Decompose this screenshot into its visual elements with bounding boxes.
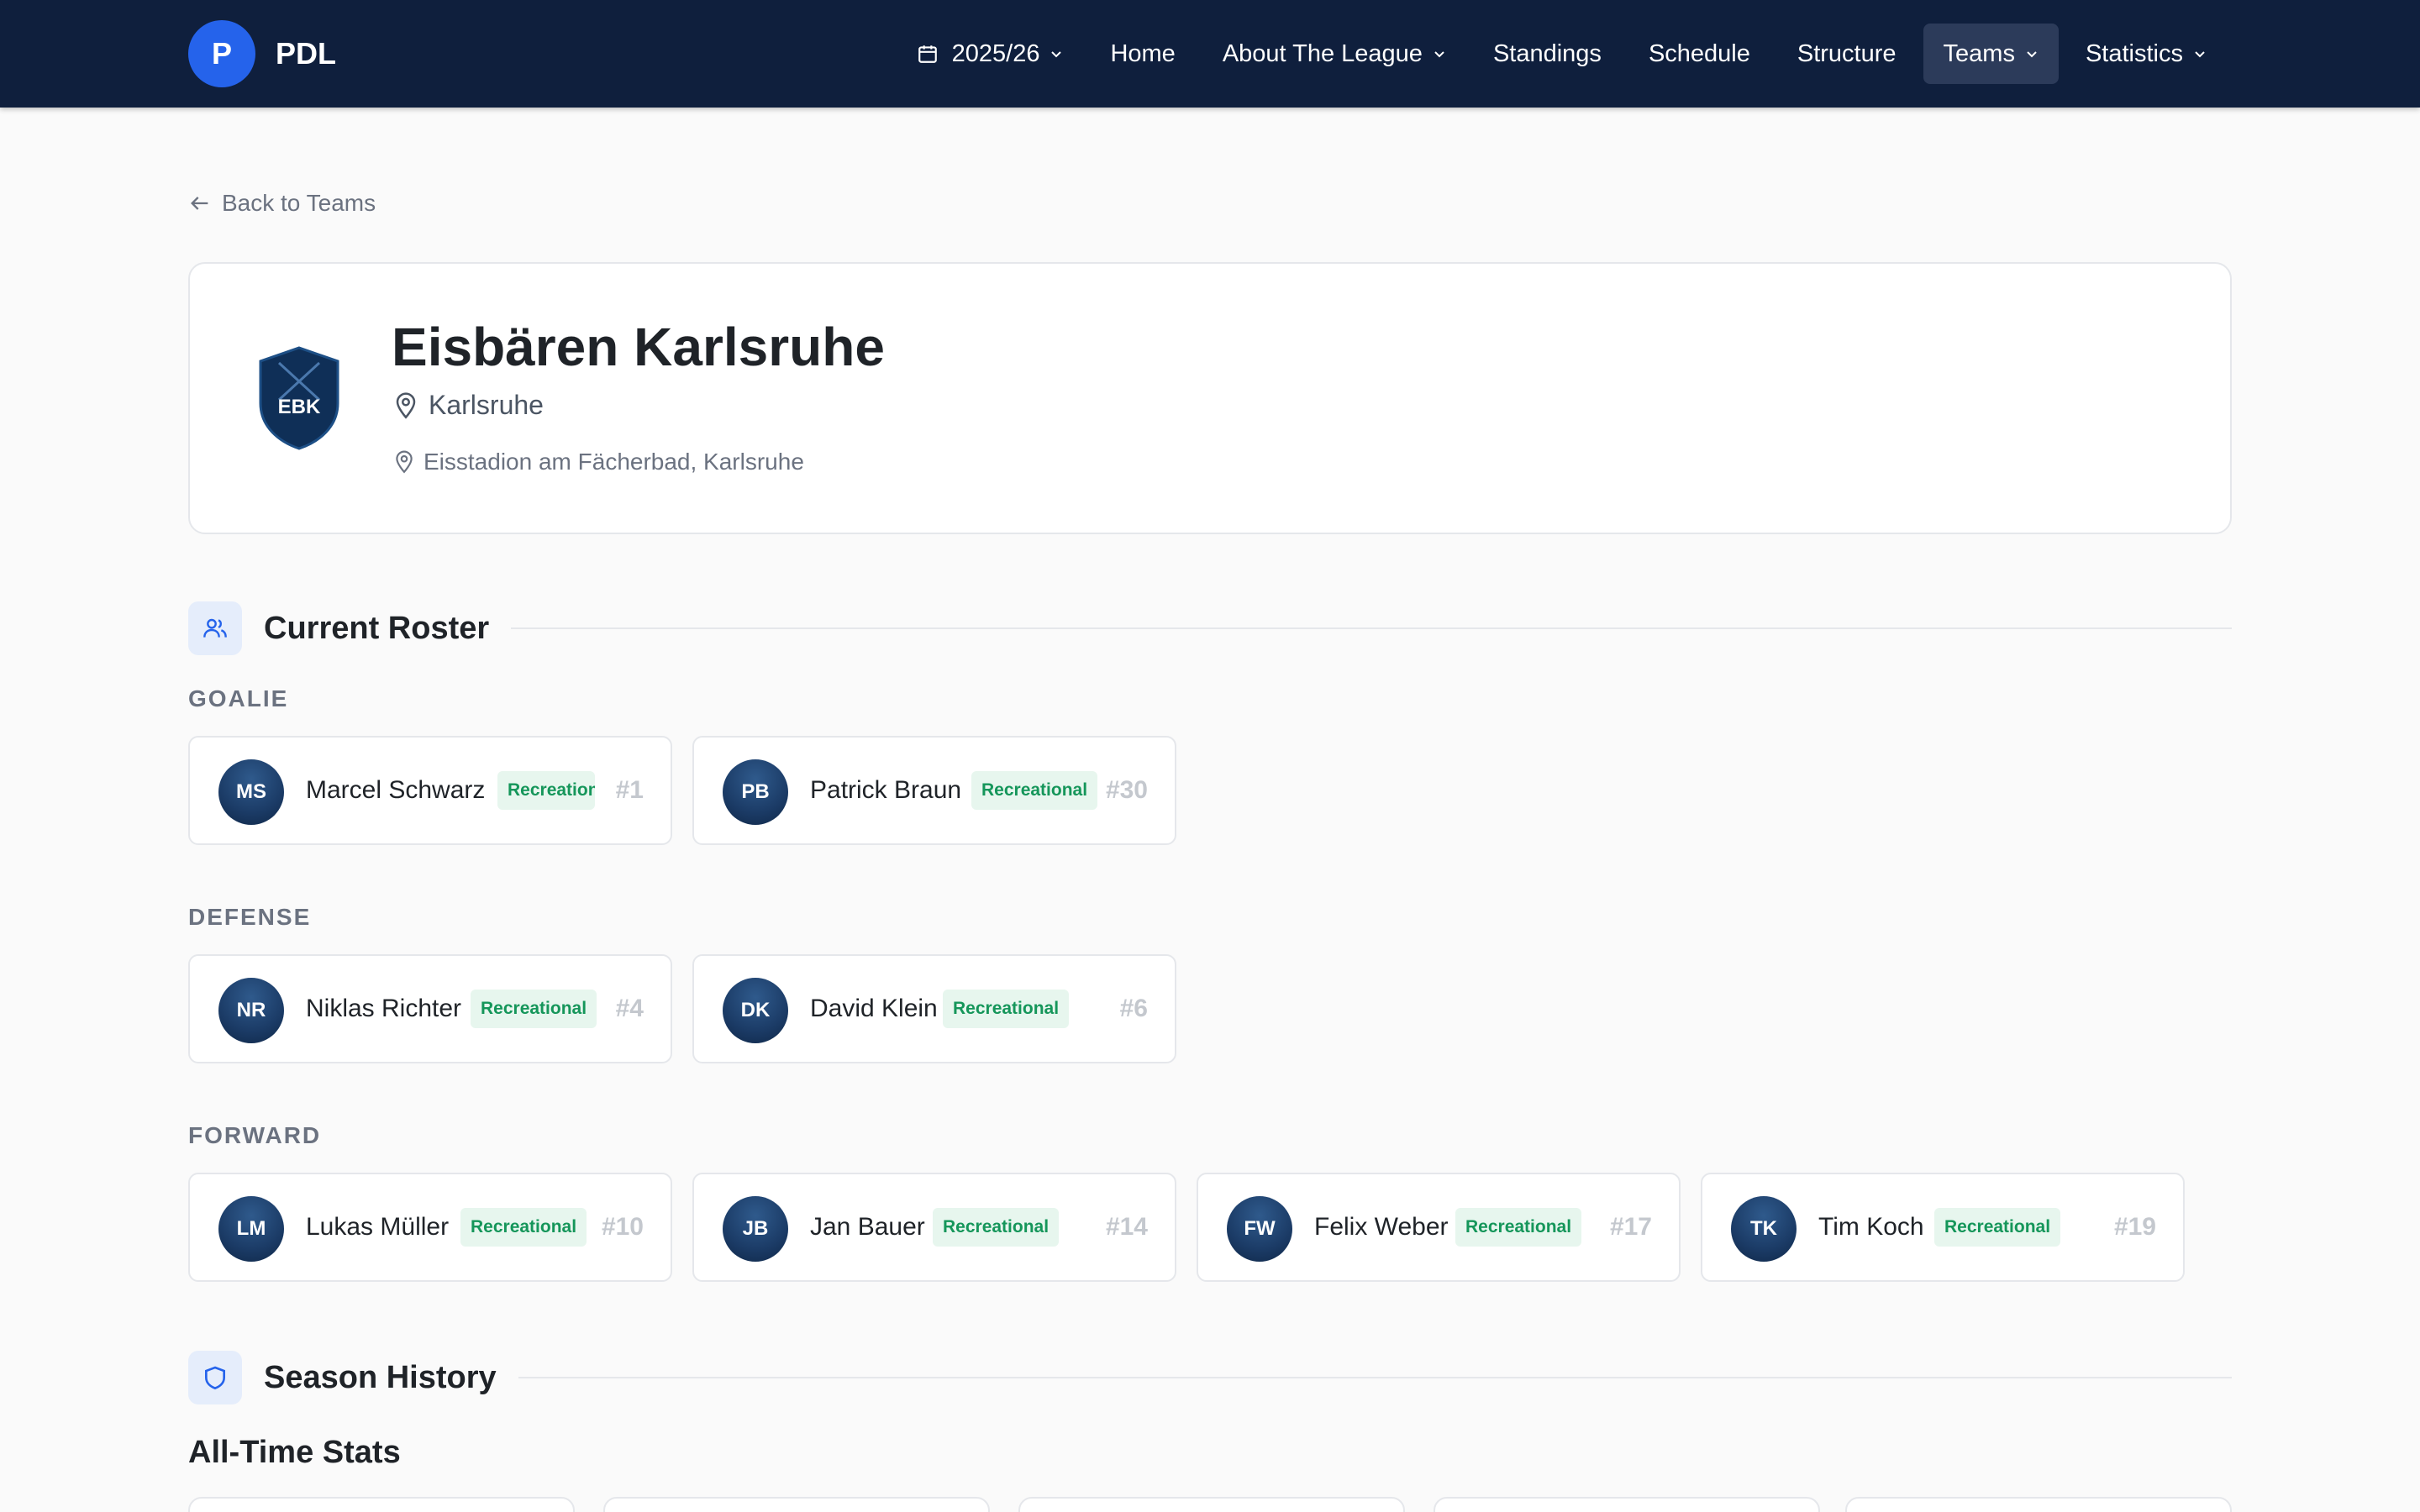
stat-card <box>1018 1497 1405 1512</box>
brand-logo[interactable]: P PDL <box>188 20 336 87</box>
roster-title: Current Roster <box>264 610 490 646</box>
nav-structure-label: Structure <box>1797 39 1897 67</box>
shield-icon <box>188 1351 242 1404</box>
level-badge: Recreational <box>933 1208 1060 1247</box>
jersey-number: #1 <box>615 776 644 804</box>
section-divider <box>511 627 2232 629</box>
defense-row: NR Niklas Richter Recreational #4 DK Dav… <box>188 954 1197 1063</box>
player-avatar: NR <box>218 978 284 1043</box>
jersey-number: #4 <box>615 995 644 1022</box>
roster-section-header: Current Roster <box>188 601 2232 655</box>
group-label-goalie: GOALIE <box>188 685 289 711</box>
stat-card <box>1434 1497 1820 1512</box>
player-avatar: TK <box>1731 1196 1797 1262</box>
nav-about[interactable]: About The League <box>1202 24 1466 84</box>
player-avatar: LM <box>218 1196 284 1262</box>
nav-links: 2025/26 Home About The League Standings … <box>890 24 2227 84</box>
player-card[interactable]: PB Patrick Braun Recreational #30 <box>692 736 1176 845</box>
nav-teams-label: Teams <box>1943 39 2015 67</box>
calendar-icon <box>918 45 937 63</box>
team-crest-logo: EBK <box>259 346 339 450</box>
goalie-row: MS Marcel Schwarz Recreational #1 PB Pat… <box>188 736 1197 845</box>
nav-teams[interactable]: Teams <box>1923 24 2059 84</box>
team-arena-label: Eisstadion am Fächerbad, Karlsruhe <box>424 449 804 475</box>
group-label-defense: DEFENSE <box>188 904 312 930</box>
player-card[interactable]: JB Jan Bauer Recreational #14 <box>692 1173 1176 1282</box>
users-icon <box>188 601 242 655</box>
team-logo-text: EBK <box>278 396 321 418</box>
nav-structure[interactable]: Structure <box>1777 24 1917 84</box>
player-name: Jan Bauer <box>810 1213 925 1241</box>
player-card[interactable]: DK David Klein Recreational #6 <box>692 954 1176 1063</box>
season-history-title: Season History <box>264 1359 497 1395</box>
level-badge: Recreational <box>471 990 597 1028</box>
player-name: Lukas Müller <box>306 1213 450 1241</box>
chevron-down-icon <box>1051 51 1062 58</box>
player-name: Patrick Braun <box>810 776 962 804</box>
player-avatar: FW <box>1227 1196 1292 1262</box>
player-card[interactable]: TK Tim Koch Recreational #19 <box>1701 1173 2185 1282</box>
jersey-number: #17 <box>1609 1213 1652 1241</box>
team-header-card: EBK Eisbären Karlsruhe Karlsruhe Eisstad… <box>188 262 2232 534</box>
team-city: Karlsruhe <box>393 390 544 421</box>
level-badge: Recreational <box>971 771 1098 810</box>
player-avatar: DK <box>723 978 788 1043</box>
map-pin-icon <box>396 391 416 419</box>
top-navbar: P PDL 2025/26 Home About The League Stan… <box>0 0 2420 108</box>
forward-row: LM Lukas Müller Recreational #10 JB Jan … <box>188 1173 2205 1282</box>
player-card[interactable]: MS Marcel Schwarz Recreational #1 <box>188 736 672 845</box>
level-badge: Recreational <box>460 1208 587 1247</box>
level-badge: Recreational <box>1455 1208 1582 1247</box>
player-avatar: PB <box>723 759 788 825</box>
team-name: Eisbären Karlsruhe <box>392 317 885 377</box>
stat-card <box>603 1497 990 1512</box>
player-name: Marcel Schwarz <box>306 776 486 804</box>
jersey-number: #10 <box>601 1213 644 1241</box>
team-city-label: Karlsruhe <box>429 390 544 420</box>
jersey-number: #19 <box>2113 1213 2156 1241</box>
player-card[interactable]: LM Lukas Müller Recreational #10 <box>188 1173 672 1282</box>
nav-schedule-label: Schedule <box>1648 39 1750 67</box>
player-name: Tim Koch <box>1818 1213 1924 1241</box>
nav-statistics-label: Statistics <box>2085 39 2183 67</box>
chevron-down-icon <box>2027 51 2037 58</box>
jersey-number: #30 <box>1105 776 1148 804</box>
team-arena: Eisstadion am Fächerbad, Karlsruhe <box>393 449 804 475</box>
jersey-number: #14 <box>1105 1213 1148 1241</box>
nav-standings-label: Standings <box>1492 39 1602 67</box>
arrow-left-icon <box>191 197 208 210</box>
stat-card <box>1845 1497 2232 1512</box>
chevron-down-icon <box>2195 51 2205 58</box>
map-pin-icon <box>396 450 413 474</box>
nav-home-label: Home <box>1110 39 1176 67</box>
back-to-teams-link[interactable]: Back to Teams <box>188 190 376 217</box>
jersey-number: #6 <box>1119 995 1148 1022</box>
nav-home[interactable]: Home <box>1090 24 1195 84</box>
brand-badge: P <box>188 20 255 87</box>
player-avatar: MS <box>218 759 284 825</box>
season-selector[interactable]: 2025/26 <box>897 24 1084 84</box>
nav-about-label: About The League <box>1222 39 1423 67</box>
stat-card <box>188 1497 575 1512</box>
group-label-forward: FORWARD <box>188 1122 322 1148</box>
player-card[interactable]: FW Felix Weber Recreational #17 <box>1197 1173 1681 1282</box>
section-divider <box>518 1377 2232 1378</box>
player-name: David Klein <box>810 995 938 1022</box>
chevron-down-icon <box>1434 51 1444 58</box>
player-name: Niklas Richter <box>306 995 462 1022</box>
level-badge: Recreational <box>1934 1208 2061 1247</box>
season-label: 2025/26 <box>951 39 1040 67</box>
back-link-label: Back to Teams <box>222 190 376 216</box>
player-name: Felix Weber <box>1314 1213 1449 1241</box>
all-time-stats-heading: All-Time Stats <box>188 1435 401 1470</box>
level-badge: Recreational <box>943 990 1070 1028</box>
player-avatar: JB <box>723 1196 788 1262</box>
player-card[interactable]: NR Niklas Richter Recreational #4 <box>188 954 672 1063</box>
nav-statistics[interactable]: Statistics <box>2065 24 2227 84</box>
season-history-header: Season History <box>188 1351 2232 1404</box>
level-badge: Recreational <box>497 771 595 810</box>
brand-name: PDL <box>276 36 336 71</box>
nav-schedule[interactable]: Schedule <box>1628 24 1770 84</box>
nav-standings[interactable]: Standings <box>1473 24 1622 84</box>
